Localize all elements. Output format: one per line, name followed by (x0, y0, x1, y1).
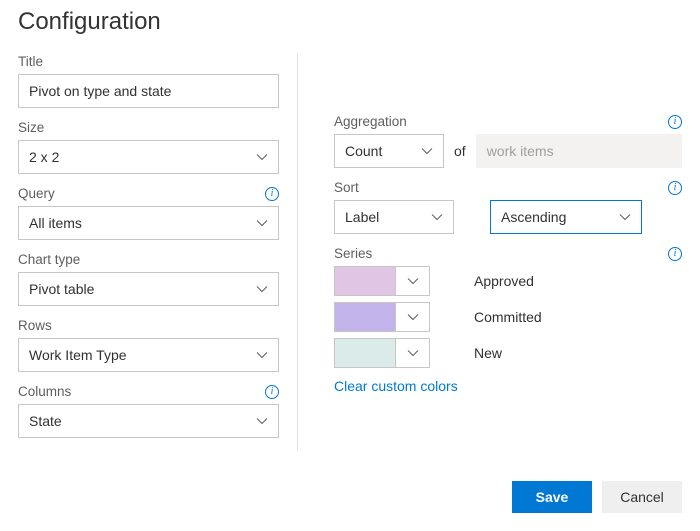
chevron-down-icon (421, 145, 433, 157)
series-row: Approved (334, 266, 682, 296)
sort-label: Sort (334, 180, 359, 195)
series-row: New (334, 338, 682, 368)
rows-label: Rows (18, 318, 52, 333)
columns-select[interactable]: State (18, 404, 279, 438)
title-input[interactable] (18, 74, 279, 108)
chevron-down-icon (407, 275, 419, 287)
sort-direction-select[interactable]: Ascending (490, 200, 642, 234)
chevron-down-icon (407, 311, 419, 323)
aggregation-label: Aggregation (334, 114, 407, 129)
size-label: Size (18, 120, 44, 135)
page-title: Configuration (18, 8, 682, 36)
chart-type-select[interactable]: Pivot table (18, 272, 279, 306)
chevron-down-icon (407, 347, 419, 359)
series-name: Committed (474, 309, 542, 325)
query-select[interactable]: All items (18, 206, 279, 240)
color-dropdown[interactable] (396, 338, 430, 368)
chevron-down-icon (431, 211, 443, 223)
right-column: Aggregation i Count of work items Sort i (298, 54, 682, 450)
title-label: Title (18, 54, 43, 69)
chevron-down-icon (256, 415, 268, 427)
chevron-down-icon (256, 283, 268, 295)
series-name: New (474, 345, 502, 361)
cancel-button[interactable]: Cancel (602, 481, 682, 513)
info-icon[interactable]: i (265, 385, 279, 399)
clear-custom-colors-link[interactable]: Clear custom colors (334, 378, 458, 394)
color-swatch (334, 302, 396, 332)
aggregation-select[interactable]: Count (334, 134, 444, 168)
color-dropdown[interactable] (396, 302, 430, 332)
chevron-down-icon (256, 217, 268, 229)
series-row: Committed (334, 302, 682, 332)
color-dropdown[interactable] (396, 266, 430, 296)
size-select[interactable]: 2 x 2 (18, 140, 279, 174)
color-swatch (334, 266, 396, 296)
sort-field-select[interactable]: Label (334, 200, 454, 234)
aggregation-target: work items (476, 134, 682, 168)
rows-select[interactable]: Work Item Type (18, 338, 279, 372)
info-icon[interactable]: i (668, 247, 682, 261)
info-icon[interactable]: i (668, 181, 682, 195)
series-name: Approved (474, 273, 534, 289)
chart-type-label: Chart type (18, 252, 80, 267)
info-icon[interactable]: i (668, 115, 682, 129)
of-label: of (454, 143, 466, 159)
series-label: Series (334, 246, 372, 261)
left-column: Title Size 2 x 2 Query i All items (18, 54, 298, 450)
info-icon[interactable]: i (265, 187, 279, 201)
chevron-down-icon (619, 211, 631, 223)
chevron-down-icon (256, 151, 268, 163)
chevron-down-icon (256, 349, 268, 361)
save-button[interactable]: Save (512, 481, 592, 513)
columns-label: Columns (18, 384, 71, 399)
query-label: Query (18, 186, 55, 201)
color-swatch (334, 338, 396, 368)
